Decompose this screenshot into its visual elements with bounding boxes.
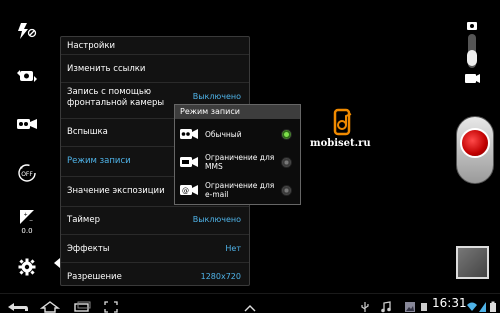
- settings-item-label: Эффекты: [67, 244, 110, 254]
- battery-icon: [489, 298, 497, 313]
- settings-item-label: Изменить ссылки: [67, 64, 146, 74]
- settings-item-label: Запись с помощью фронтальной камеры: [67, 87, 165, 108]
- switch-camera-icon[interactable]: [12, 63, 42, 89]
- settings-item-value: Нет: [225, 244, 241, 253]
- settings-item-effects[interactable]: Эффекты Нет: [61, 235, 249, 263]
- option-label: Ограничение для e-mail: [205, 181, 275, 199]
- recording-mode-icon[interactable]: [12, 111, 42, 137]
- option-normal[interactable]: Обычный: [175, 121, 300, 147]
- option-label: Ограничение для MMS: [205, 153, 275, 171]
- popup-title: Режим записи: [175, 105, 300, 119]
- record-button[interactable]: [460, 128, 490, 158]
- exposure-value: 0.0: [21, 226, 33, 235]
- wifi-icon: [466, 298, 478, 313]
- music-icon: [380, 298, 392, 313]
- settings-item-value: Выключено: [192, 215, 241, 224]
- settings-gear-icon[interactable]: [12, 254, 42, 280]
- recent-apps-icon[interactable]: [72, 298, 92, 313]
- watermark-text: mobiset.ru: [310, 138, 371, 149]
- settings-item-label: Режим записи: [67, 156, 131, 166]
- video-mms-icon: [179, 154, 199, 173]
- left-toolbar: OFF + − 0.0: [0, 0, 56, 293]
- clock: 16:31: [432, 296, 467, 310]
- image-notification-icon: [404, 298, 416, 313]
- option-mms[interactable]: Ограничение для MMS: [175, 149, 300, 175]
- svg-text:−: −: [29, 218, 33, 224]
- notification-icon: [419, 298, 429, 313]
- settings-title-row: Настройки: [61, 37, 249, 55]
- settings-item-value: Выключено: [192, 92, 241, 101]
- settings-item-timer[interactable]: Таймер Выключено: [61, 207, 249, 235]
- screenshot-icon[interactable]: [104, 298, 118, 313]
- system-bar: 16:31: [0, 293, 500, 313]
- settings-title: Настройки: [67, 41, 116, 51]
- video-normal-icon: [179, 126, 199, 145]
- radio-unselected[interactable]: [281, 157, 292, 168]
- exposure-icon[interactable]: + − 0.0: [12, 205, 42, 237]
- svg-text:OFF: OFF: [21, 171, 33, 178]
- settings-item-label: Разрешение: [67, 272, 122, 282]
- flash-off-icon[interactable]: [12, 18, 42, 44]
- radio-unselected[interactable]: [281, 185, 292, 196]
- signal-icon: [479, 298, 487, 313]
- option-email[interactable]: @ Ограничение для e-mail: [175, 177, 300, 203]
- home-icon[interactable]: [39, 298, 61, 313]
- settings-item-label: Вспышка: [67, 127, 108, 137]
- radio-selected[interactable]: [281, 129, 292, 140]
- back-icon[interactable]: [6, 298, 30, 313]
- camera-mode-switch[interactable]: [462, 20, 482, 86]
- recording-mode-popup: Режим записи Обычный Ограничение для MMS…: [174, 104, 301, 205]
- settings-item-value: 1280x720: [200, 272, 241, 281]
- timer-off-icon[interactable]: OFF: [12, 160, 42, 186]
- settings-item-label: Значение экспозиции: [67, 186, 165, 196]
- settings-item-resolution[interactable]: Разрешение 1280x720: [61, 263, 249, 287]
- gallery-thumbnail[interactable]: [456, 246, 489, 279]
- settings-item-label: Таймер: [67, 215, 100, 225]
- svg-text:+: +: [24, 212, 28, 218]
- svg-text:@: @: [182, 187, 189, 195]
- video-email-icon: @: [179, 182, 199, 201]
- option-label: Обычный: [205, 130, 242, 139]
- chevron-up-icon[interactable]: [243, 298, 257, 313]
- usb-icon: [360, 298, 370, 313]
- settings-item-edit-shortcuts[interactable]: Изменить ссылки: [61, 55, 249, 83]
- watermark-logo-icon: [311, 108, 381, 158]
